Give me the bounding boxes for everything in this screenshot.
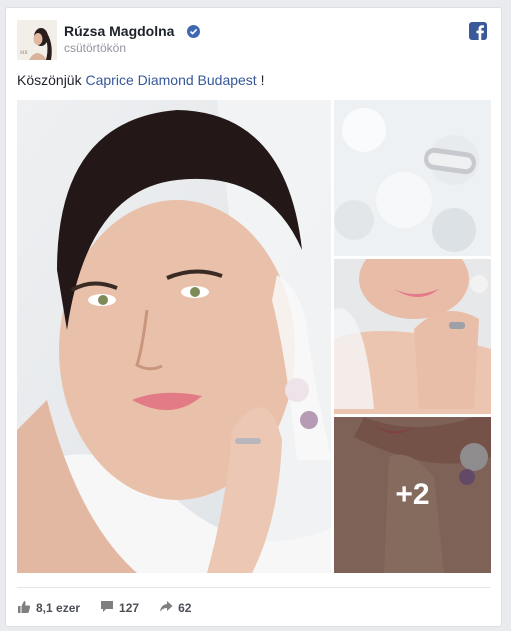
share-count: 62	[178, 601, 192, 615]
photo-more[interactable]: +2	[334, 417, 491, 573]
post-card: MR Rúzsa Magdolna csütörtökön Köszönjük …	[5, 7, 502, 627]
comment-icon	[100, 600, 119, 616]
message-suffix: !	[256, 72, 265, 88]
photo-rings[interactable]	[334, 100, 491, 256]
share-button[interactable]: 62	[159, 600, 191, 616]
like-button[interactable]: 8,1 ezer	[17, 600, 80, 617]
facebook-icon[interactable]	[469, 22, 487, 40]
like-icon	[17, 600, 36, 617]
main-photo[interactable]	[17, 100, 331, 573]
author-avatar[interactable]: MR	[17, 20, 57, 60]
share-icon	[159, 600, 178, 616]
message-text: Köszönjük	[17, 72, 86, 88]
svg-text:MR: MR	[20, 51, 28, 56]
comment-count: 127	[119, 601, 140, 615]
post-footer: 8,1 ezer 127 62	[17, 599, 211, 617]
post-message: Köszönjük Caprice Diamond Budapest !	[17, 72, 264, 88]
post-timestamp[interactable]: csütörtökön	[64, 41, 126, 55]
more-photos-overlay[interactable]: +2	[334, 417, 491, 573]
comment-button[interactable]: 127	[100, 600, 139, 616]
footer-divider	[17, 587, 490, 588]
author-name[interactable]: Rúzsa Magdolna	[64, 23, 174, 39]
verified-icon	[187, 25, 200, 38]
caprice-diamond-link[interactable]: Caprice Diamond Budapest	[85, 72, 256, 88]
photo-hand-ring[interactable]	[334, 259, 491, 414]
photo-grid: +2	[17, 100, 491, 573]
like-count: 8,1 ezer	[36, 601, 81, 615]
